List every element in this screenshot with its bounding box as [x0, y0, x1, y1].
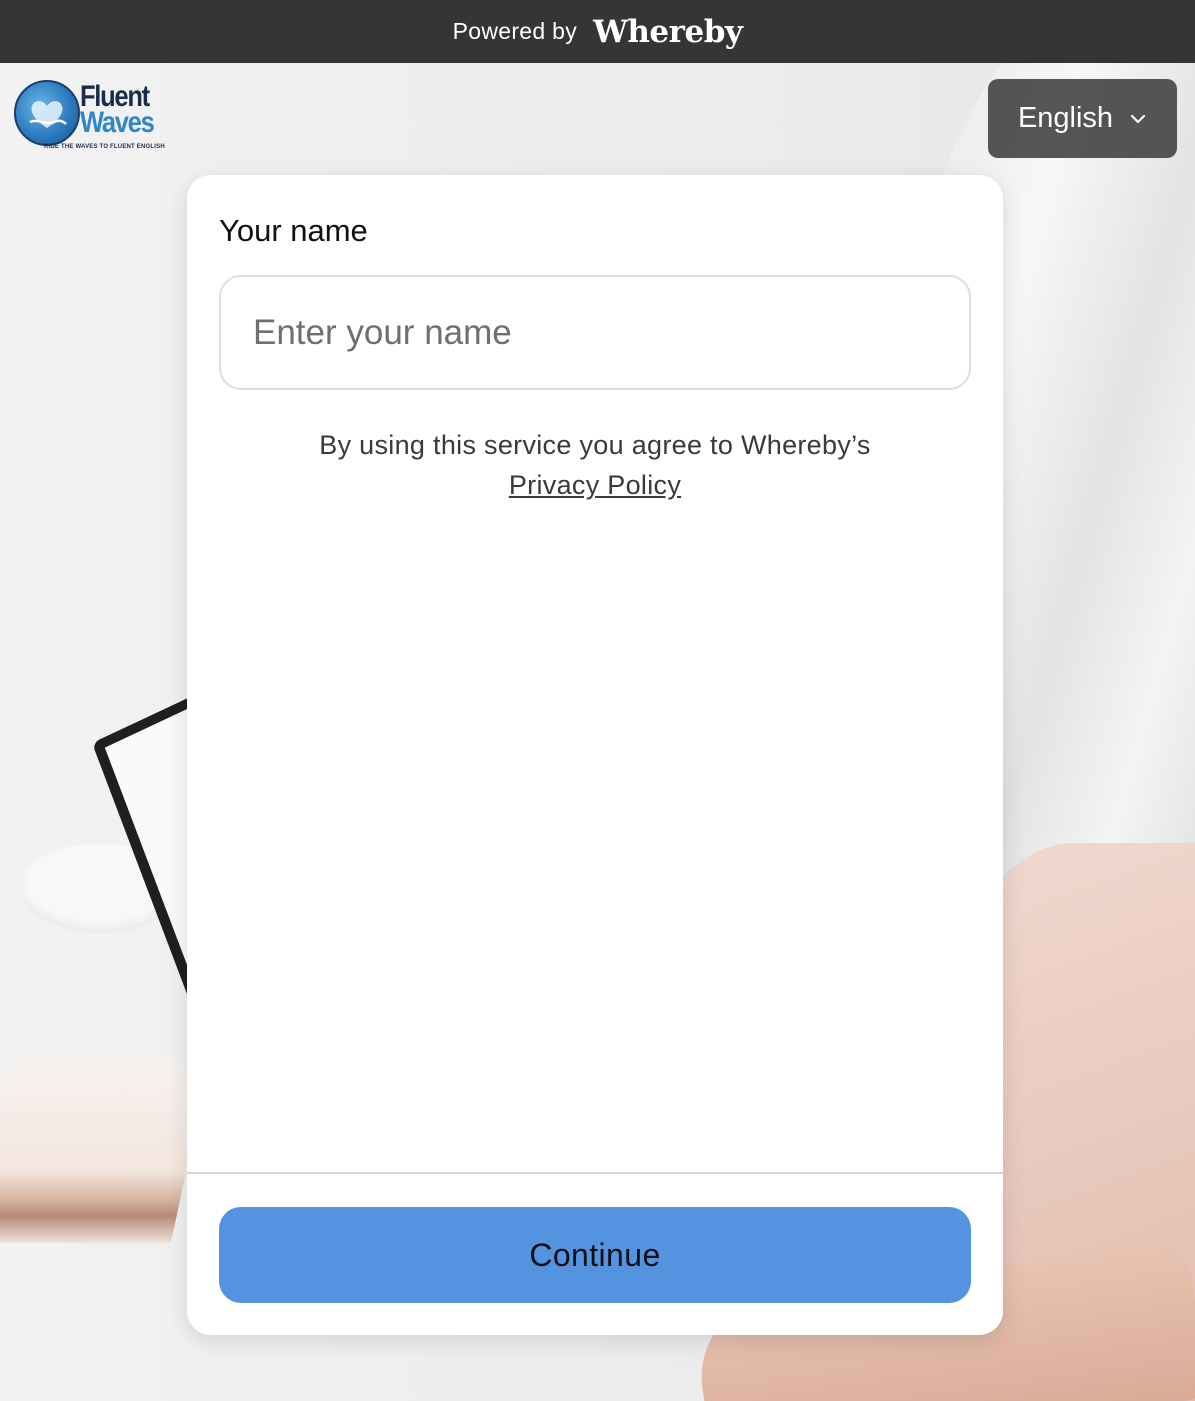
chevron-down-icon: [1130, 114, 1146, 123]
join-card: Your name By using this service you agre…: [187, 175, 1003, 1335]
your-name-label: Your name: [219, 213, 368, 248]
fluent-waves-logo: Fluent Waves RIDE THE WAVES TO FLUENT EN…: [14, 78, 184, 158]
privacy-policy-link[interactable]: Privacy Policy: [509, 470, 681, 500]
logo-tagline: RIDE THE WAVES TO FLUENT ENGLISH: [44, 144, 165, 150]
background-notebook: [0, 1063, 210, 1243]
whereby-logo[interactable]: Whereby: [593, 14, 743, 50]
consent-text: By using this service you agree to Where…: [319, 430, 871, 460]
name-input[interactable]: [219, 275, 971, 390]
powered-by-label: Powered by: [452, 18, 578, 44]
continue-button[interactable]: Continue: [219, 1207, 971, 1303]
powered-by-bar: Powered by Whereby: [0, 0, 1195, 63]
page: Powered by Whereby Fluent Waves RIDE THE…: [0, 0, 1195, 1401]
footer-divider: [187, 1172, 1003, 1174]
logo-text-waves: Waves: [80, 106, 155, 139]
globe-heart-icon: [14, 80, 80, 146]
language-selector[interactable]: English: [988, 79, 1177, 158]
consent-text-block: By using this service you agree to Where…: [187, 425, 1003, 505]
language-selected-label: English: [1017, 102, 1114, 134]
